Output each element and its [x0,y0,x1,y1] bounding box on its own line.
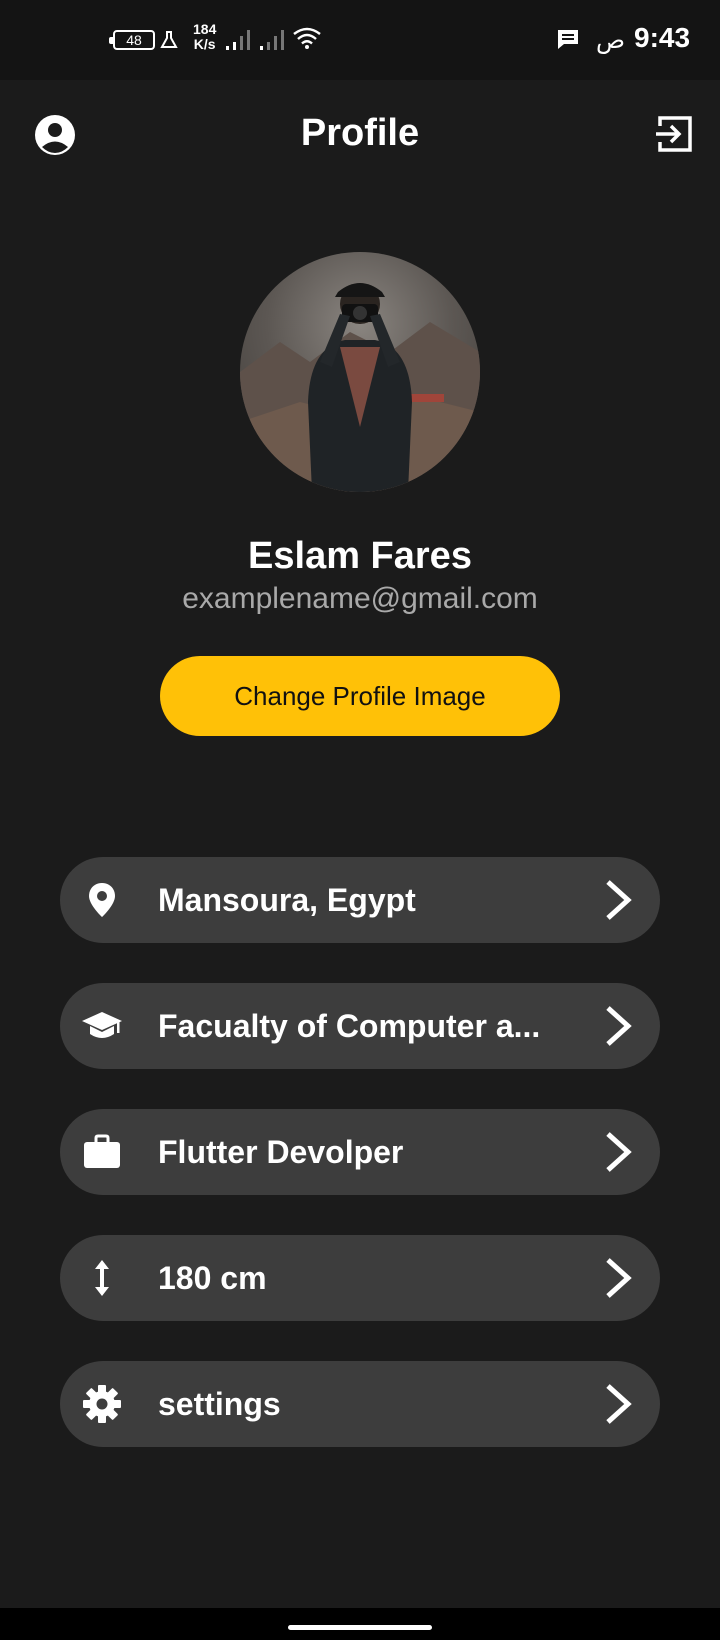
briefcase-icon [84,1134,120,1168]
status-bar: 48 184 K/s ص 9:43 [0,0,720,80]
flask-icon [160,31,178,48]
battery-icon: 48 [109,30,155,50]
chevron-right-icon [606,1384,632,1424]
page-title: Profile [300,112,420,154]
gear-icon [83,1385,121,1423]
list-tile-settings[interactable]: settings [60,1361,660,1447]
list-tile-label: Mansoura, Egypt [158,882,416,918]
list-tile-label: Facualty of Computer a... [158,1008,541,1044]
location-pin-icon [89,883,115,917]
ampm-indicator: ص [596,27,626,54]
height-arrows-icon [95,1260,109,1296]
signal-icon-2 [260,30,284,50]
chevron-right-icon [606,1132,632,1172]
clock: 9:43 [634,22,691,53]
change-profile-image-button[interactable]: Change Profile Image [160,656,560,736]
graduation-cap-icon [82,1012,122,1038]
avatar [240,252,480,492]
list-tile-label: 180 cm [158,1260,267,1296]
list-tile-job[interactable]: Flutter Devolper [60,1109,660,1195]
chevron-right-icon [606,1006,632,1046]
battery-level: 48 [126,32,142,48]
system-navigation-bar [0,1608,720,1640]
avatar-photo [240,283,480,492]
list-tile-height[interactable]: 180 cm [60,1235,660,1321]
chevron-right-icon [606,1258,632,1298]
profile-name: Eslam Fares [248,535,472,577]
home-gesture-pill[interactable] [288,1625,432,1630]
network-speed: 184 K/s [193,21,217,52]
signal-icon [226,30,250,50]
list-tile-label: Flutter Devolper [158,1134,404,1170]
list-tile-location[interactable]: Mansoura, Egypt [60,857,660,943]
list-tile-label: settings [158,1386,281,1422]
wifi-icon [293,27,321,49]
message-icon [558,30,578,49]
logout-icon[interactable] [654,114,694,154]
chevron-right-icon [606,880,632,920]
profile-email: examplename@gmail.com [182,582,538,615]
list-tile-education[interactable]: Facualty of Computer a... [60,983,660,1069]
